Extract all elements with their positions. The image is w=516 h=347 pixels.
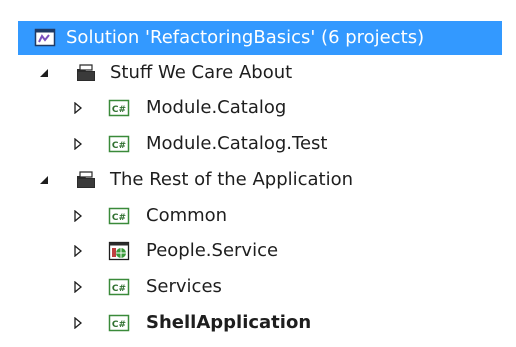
collapse-arrow-icon[interactable] — [38, 174, 50, 186]
tree-row-folder[interactable]: The Rest of the Application — [0, 162, 516, 198]
csharp-project-icon: C# — [108, 97, 130, 119]
tree-row-project[interactable]: C# Common — [0, 198, 516, 234]
solution-folder-icon — [75, 62, 97, 84]
csharp-project-icon: C# — [108, 133, 130, 155]
solution-folder-icon — [75, 169, 97, 191]
csharp-project-icon: C# — [108, 312, 130, 334]
project-label: Module.Catalog.Test — [146, 133, 328, 154]
tree-row-project[interactable]: C# ShellApplication — [0, 305, 516, 341]
tree-row-project[interactable]: C# Module.Catalog — [0, 90, 516, 126]
svg-text:C#: C# — [112, 213, 126, 223]
expand-arrow-icon[interactable] — [72, 210, 84, 222]
tree-row-project[interactable]: C# Module.Catalog.Test — [0, 126, 516, 162]
tree-row-folder[interactable]: Stuff We Care About — [0, 55, 516, 91]
folder-label: The Rest of the Application — [110, 169, 354, 190]
tree-row-project[interactable]: People.Service — [0, 233, 516, 269]
folder-label: Stuff We Care About — [110, 62, 293, 83]
expand-arrow-icon[interactable] — [72, 317, 84, 329]
svg-text:C#: C# — [112, 284, 126, 294]
expand-arrow-icon[interactable] — [72, 281, 84, 293]
startup-project-label: ShellApplication — [146, 312, 312, 333]
solution-label: Solution 'RefactoringBasics' (6 projects… — [66, 27, 425, 48]
project-label: Common — [146, 205, 228, 226]
solution-icon — [34, 27, 56, 49]
expand-arrow-icon[interactable] — [72, 245, 84, 257]
project-label: Services — [146, 276, 222, 297]
web-project-icon — [108, 240, 130, 262]
expand-arrow-icon[interactable] — [72, 138, 84, 150]
collapse-arrow-icon[interactable] — [38, 67, 50, 79]
tree-row-project[interactable]: C# Services — [0, 269, 516, 305]
expand-arrow-icon[interactable] — [72, 102, 84, 114]
project-label: People.Service — [146, 240, 279, 261]
solution-explorer-tree: Solution 'RefactoringBasics' (6 projects… — [0, 0, 516, 347]
tree-row-solution[interactable]: Solution 'RefactoringBasics' (6 projects… — [18, 21, 502, 55]
csharp-project-icon: C# — [108, 205, 130, 227]
svg-text:C#: C# — [112, 105, 126, 115]
project-label: Module.Catalog — [146, 97, 287, 118]
svg-text:C#: C# — [112, 320, 126, 330]
svg-text:C#: C# — [112, 141, 126, 151]
csharp-project-icon: C# — [108, 276, 130, 298]
